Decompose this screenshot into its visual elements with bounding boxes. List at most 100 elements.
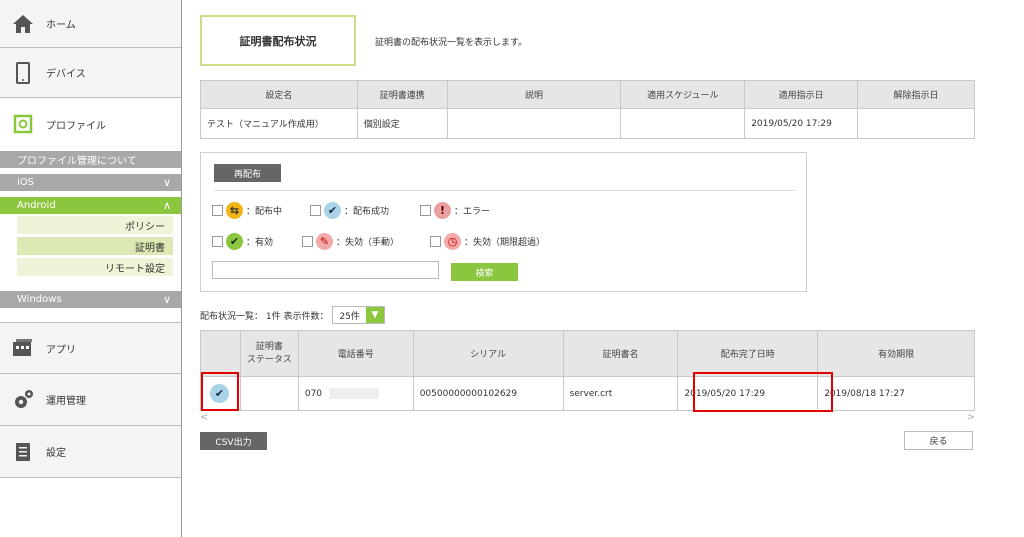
col-header: 証明書連携 — [356, 80, 448, 109]
filter-error[interactable]: ! ：エラー — [420, 202, 490, 219]
nav-ops[interactable]: 運用管理 — [0, 374, 181, 426]
list-summary: 配布状況一覧： 1件 表示件数： 25件 ▼ — [200, 306, 385, 324]
settings-icon — [12, 441, 34, 463]
setting-description — [446, 108, 622, 139]
col-header-select — [200, 330, 241, 377]
checkbox[interactable] — [420, 205, 431, 216]
error-icon: ! — [434, 202, 451, 219]
sidebar-profile-about[interactable]: プロファイル管理について — [0, 151, 181, 168]
distributing-icon: ⇆ — [226, 202, 243, 219]
back-button[interactable]: 戻る — [904, 431, 973, 450]
filter-revoked-manual[interactable]: ✎ ：失効（手動） — [302, 233, 399, 250]
sidebar: ホーム デバイス プロファイル プロファイル管理について iOS ∨ Andro… — [0, 0, 182, 537]
nav-settings-label: 設定 — [46, 448, 66, 459]
serial: 00500000000102629 — [412, 376, 564, 411]
checkbox[interactable] — [310, 205, 321, 216]
nav-profile[interactable]: プロファイル — [0, 98, 181, 150]
checkbox[interactable] — [302, 236, 313, 247]
nav-settings[interactable]: 設定 — [0, 426, 181, 478]
nav-device[interactable]: デバイス — [0, 48, 181, 98]
sidebar-android-certificate[interactable]: 証明書 — [17, 237, 173, 256]
settings-info-table: 設定名 証明書連携 説明 適用スケジュール 適用指示日 解除指示日 テスト（マニ… — [200, 80, 975, 139]
checkbox[interactable] — [430, 236, 441, 247]
phone-number: 070 — [304, 389, 323, 399]
filter-distributing[interactable]: ⇆ ：配布中 — [212, 202, 282, 219]
filter-label: ：有効 — [246, 238, 274, 248]
expiry-date: 2019/08/18 17:27 — [817, 376, 975, 411]
smartphone-icon — [12, 61, 34, 84]
chevron-down-icon: ∨ — [162, 293, 171, 306]
page-description: 証明書の配布状況一覧を表示します。 — [375, 38, 528, 48]
nav-home[interactable]: ホーム — [0, 0, 181, 48]
checkbox[interactable] — [212, 205, 223, 216]
apply-date: 2019/05/20 17:29 — [744, 108, 859, 139]
android-label: Android — [17, 200, 56, 211]
col-header-cert-name: 証明書名 — [562, 330, 679, 377]
redacted-block — [328, 388, 379, 399]
home-icon — [12, 13, 34, 35]
col-header-status: 証明書 ステータス — [239, 330, 299, 377]
col-header: 設定名 — [200, 80, 358, 109]
list-summary-text: 配布状況一覧： 1件 表示件数： — [200, 311, 329, 322]
cert-link: 個別設定 — [356, 108, 448, 139]
col-header-phone: 電話番号 — [297, 330, 414, 377]
col-header-completed: 配布完了日時 — [677, 330, 819, 377]
highlight-status-icon — [201, 372, 239, 411]
table-row: テスト（マニュアル作成用） 個別設定 2019/05/20 17:29 — [200, 108, 975, 139]
sidebar-android-remote-settings[interactable]: リモート設定 — [17, 258, 173, 277]
search-button[interactable]: 検索 — [451, 263, 518, 281]
nav-app[interactable]: アプリ — [0, 322, 181, 374]
checkbox[interactable] — [212, 236, 223, 247]
filter-panel: 再配布 ⇆ ：配布中 ✔ ：配布成功 ! ：エラー ✔ ：有効 ✎ ：失効（手動… — [200, 152, 807, 292]
redistribute-button[interactable]: 再配布 — [214, 164, 281, 182]
col-header-expiry: 有効期限 — [817, 330, 975, 377]
scroll-right-icon[interactable]: > — [967, 412, 975, 423]
sidebar-windows[interactable]: Windows ∨ — [0, 291, 181, 308]
app-icon — [12, 337, 34, 359]
filter-label: ：配布成功 — [344, 207, 390, 217]
profile-about-label: プロファイル管理について — [17, 156, 137, 167]
apply-schedule — [620, 108, 746, 139]
filter-label: ：失効（期限超過） — [464, 238, 546, 248]
distribution-table: 証明書 ステータス 電話番号 シリアル 証明書名 配布完了日時 有効期限 ✔ 0… — [200, 330, 975, 411]
filter-label: ：失効（手動） — [336, 238, 400, 248]
page-title-tab: 証明書配布状況 — [200, 15, 356, 66]
filter-success[interactable]: ✔ ：配布成功 — [310, 202, 389, 219]
success-icon: ✔ — [324, 202, 341, 219]
cert-status — [239, 376, 299, 411]
chevron-down-icon: ∨ — [162, 176, 171, 189]
filter-revoked-expired[interactable]: ◷ ：失効（期限超過） — [430, 233, 545, 250]
csv-export-button[interactable]: CSV出力 — [200, 432, 267, 450]
chevron-up-icon: ∧ — [162, 199, 171, 212]
ios-label: iOS — [17, 177, 34, 188]
cert-name: server.crt — [562, 376, 679, 411]
policy-label: ポリシー — [125, 221, 165, 233]
table-row[interactable]: ✔ 070 00500000000102629 server.crt 2019/… — [200, 376, 975, 411]
revoked-manual-icon: ✎ — [316, 233, 333, 250]
gear-icon — [12, 389, 34, 411]
scroll-left-icon[interactable]: < — [200, 412, 208, 423]
sidebar-android[interactable]: Android ∧ — [0, 197, 181, 214]
remote-settings-label: リモート設定 — [105, 263, 165, 275]
per-page-value: 25件 — [339, 311, 360, 322]
per-page-select[interactable]: 25件 ▼ — [332, 306, 385, 324]
filter-valid[interactable]: ✔ ：有効 — [212, 233, 273, 250]
certificate-label: 証明書 — [135, 242, 165, 254]
filter-label: ：配布中 — [246, 207, 283, 217]
phone-cell: 070 — [297, 376, 414, 411]
sidebar-ios[interactable]: iOS ∨ — [0, 174, 181, 191]
col-header: 適用指示日 — [744, 80, 859, 109]
sidebar-android-policy[interactable]: ポリシー — [17, 216, 173, 235]
search-input[interactable] — [212, 261, 439, 279]
nav-profile-label: プロファイル — [46, 120, 106, 132]
col-header: 解除指示日 — [857, 80, 975, 109]
profile-icon — [12, 113, 34, 135]
page-title: 証明書配布状況 — [239, 34, 317, 48]
nav-app-label: アプリ — [46, 344, 76, 356]
nav-ops-label: 運用管理 — [46, 396, 86, 407]
chevron-down-icon[interactable]: ▼ — [365, 307, 384, 323]
nav-home-label: ホーム — [46, 20, 76, 31]
divider — [214, 190, 796, 191]
setting-name: テスト（マニュアル作成用） — [200, 108, 358, 139]
horizontal-scrollbar[interactable]: < > — [200, 412, 975, 423]
